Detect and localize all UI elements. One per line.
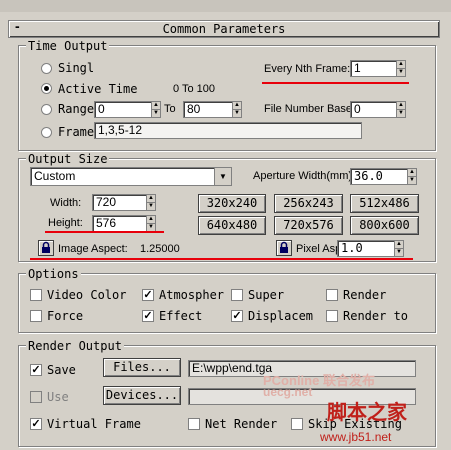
aperture-width-input[interactable]: 36.0 — [350, 168, 408, 185]
width-label: Width: — [50, 197, 82, 209]
image-aspect-lock-button[interactable] — [38, 240, 54, 256]
video-color-check-label: Video Color — [47, 288, 127, 302]
annotation-underline-height — [45, 231, 164, 233]
atmospherics-label: Atmospher — [159, 288, 225, 302]
frames-label: Frame — [58, 125, 95, 139]
render-hidden-label: Render — [343, 288, 387, 302]
time-output-label: Time Output — [26, 39, 110, 53]
net-render-label: Net Render — [205, 417, 278, 431]
height-input[interactable]: 576 — [92, 215, 147, 232]
preset-800x600-button[interactable]: 800x600 — [350, 216, 419, 235]
super-black-label: Super — [248, 288, 285, 302]
range-end-spinner[interactable]: ▲ ▼ — [232, 101, 242, 118]
file-number-base-label: File Number Base: — [264, 103, 356, 115]
atmospherics-checkbox[interactable]: ✓ — [142, 289, 154, 301]
pixel-aspect-input[interactable]: 1.0 — [337, 240, 395, 257]
aperture-width-label: Aperture Width(mm): — [253, 170, 356, 182]
image-aspect-value: 1.25000 — [140, 243, 180, 255]
preset-640x480-button[interactable]: 640x480 — [198, 216, 266, 235]
active-time-range: 0 To 100 — [173, 83, 216, 95]
preset-value: Custom — [34, 169, 76, 183]
super-black-checkbox[interactable] — [231, 289, 243, 301]
preset-720x576-button[interactable]: 720x576 — [274, 216, 343, 235]
single-label: Singl — [58, 61, 95, 75]
range-start-spinner[interactable]: ▲ ▼ — [151, 101, 161, 118]
video-color-check-checkbox[interactable] — [30, 289, 42, 301]
rollout-title: Common Parameters — [162, 22, 286, 36]
effects-checkbox[interactable]: ✓ — [142, 310, 154, 322]
annotation-underline-aspect — [30, 258, 413, 260]
lock-icon — [42, 241, 50, 253]
rendered-frame-window-checkbox[interactable]: ✓ — [30, 418, 42, 430]
files-button[interactable]: Files... — [103, 358, 181, 377]
watermark-uecg: uecg.net — [263, 385, 313, 399]
use-device-label: Use — [47, 390, 69, 404]
preset-320x240-button[interactable]: 320x240 — [198, 194, 266, 213]
common-parameters-rollout-header[interactable]: - Common Parameters — [8, 18, 440, 38]
chevron-down-icon[interactable]: ▼ — [214, 168, 231, 185]
pixel-aspect-spinner[interactable]: ▲ ▼ — [394, 240, 404, 257]
effects-label: Effect — [159, 309, 203, 323]
options-group — [18, 273, 436, 333]
lock-icon — [280, 241, 288, 253]
render-output-label: Render Output — [26, 339, 124, 353]
title-strip — [0, 0, 451, 12]
render-to-fields-checkbox[interactable] — [326, 310, 338, 322]
output-size-preset-dropdown[interactable]: Custom ▼ — [30, 167, 232, 186]
range-radio[interactable] — [41, 104, 52, 115]
width-input[interactable]: 720 — [92, 194, 147, 211]
displacement-label: Displacem — [248, 309, 314, 323]
annotation-underline-every-nth — [262, 82, 409, 84]
save-file-label: Save — [47, 363, 76, 377]
range-to-label: To — [164, 103, 176, 115]
output-size-label: Output Size — [26, 152, 110, 166]
watermark-jb51-cn: 脚本之家 — [327, 400, 407, 424]
frames-input[interactable]: 1,3,5-12 — [94, 122, 362, 139]
skip-existing-checkbox[interactable] — [291, 418, 303, 430]
options-label: Options — [26, 267, 81, 281]
frames-radio[interactable] — [41, 127, 52, 138]
virtual-frame-label: Virtual Frame — [47, 417, 141, 431]
devices-button[interactable]: Devices... — [103, 386, 181, 405]
force-2-sided-checkbox[interactable] — [30, 310, 42, 322]
render-hidden-checkbox[interactable] — [326, 289, 338, 301]
watermark-jb51-url: www.jb51.net — [320, 430, 392, 444]
active-time-label: Active Time — [58, 82, 138, 96]
net-render-checkbox[interactable] — [188, 418, 200, 430]
file-number-base-spinner[interactable]: ▲ ▼ — [396, 101, 406, 118]
use-device-checkbox[interactable] — [30, 391, 42, 403]
width-spinner[interactable]: ▲ ▼ — [146, 194, 156, 211]
every-nth-frame-label: Every Nth Frame: — [264, 63, 351, 75]
pixel-aspect-lock-button[interactable] — [276, 240, 292, 256]
preset-512x486-button[interactable]: 512x486 — [350, 194, 419, 213]
range-label: Range — [58, 102, 95, 116]
single-radio[interactable] — [41, 63, 52, 74]
file-number-base-input[interactable]: 0 — [350, 101, 397, 118]
preset-256x243-button[interactable]: 256x243 — [274, 194, 343, 213]
force-2-sided-label: Force — [47, 309, 84, 323]
every-nth-frame-spinner[interactable]: ▲ ▼ — [396, 60, 406, 77]
height-label: Height: — [48, 217, 83, 229]
height-spinner[interactable]: ▲ ▼ — [146, 215, 156, 232]
image-aspect-label: Image Aspect: — [58, 243, 128, 255]
range-start-input[interactable]: 0 — [94, 101, 152, 118]
displacement-checkbox[interactable]: ✓ — [231, 310, 243, 322]
save-file-checkbox[interactable]: ✓ — [30, 364, 42, 376]
every-nth-frame-input[interactable]: 1 — [350, 60, 397, 77]
render-to-fields-label: Render to — [343, 309, 409, 323]
aperture-width-spinner[interactable]: ▲ ▼ — [407, 168, 417, 185]
range-end-input[interactable]: 80 — [183, 101, 233, 118]
active-time-radio[interactable] — [41, 83, 52, 94]
